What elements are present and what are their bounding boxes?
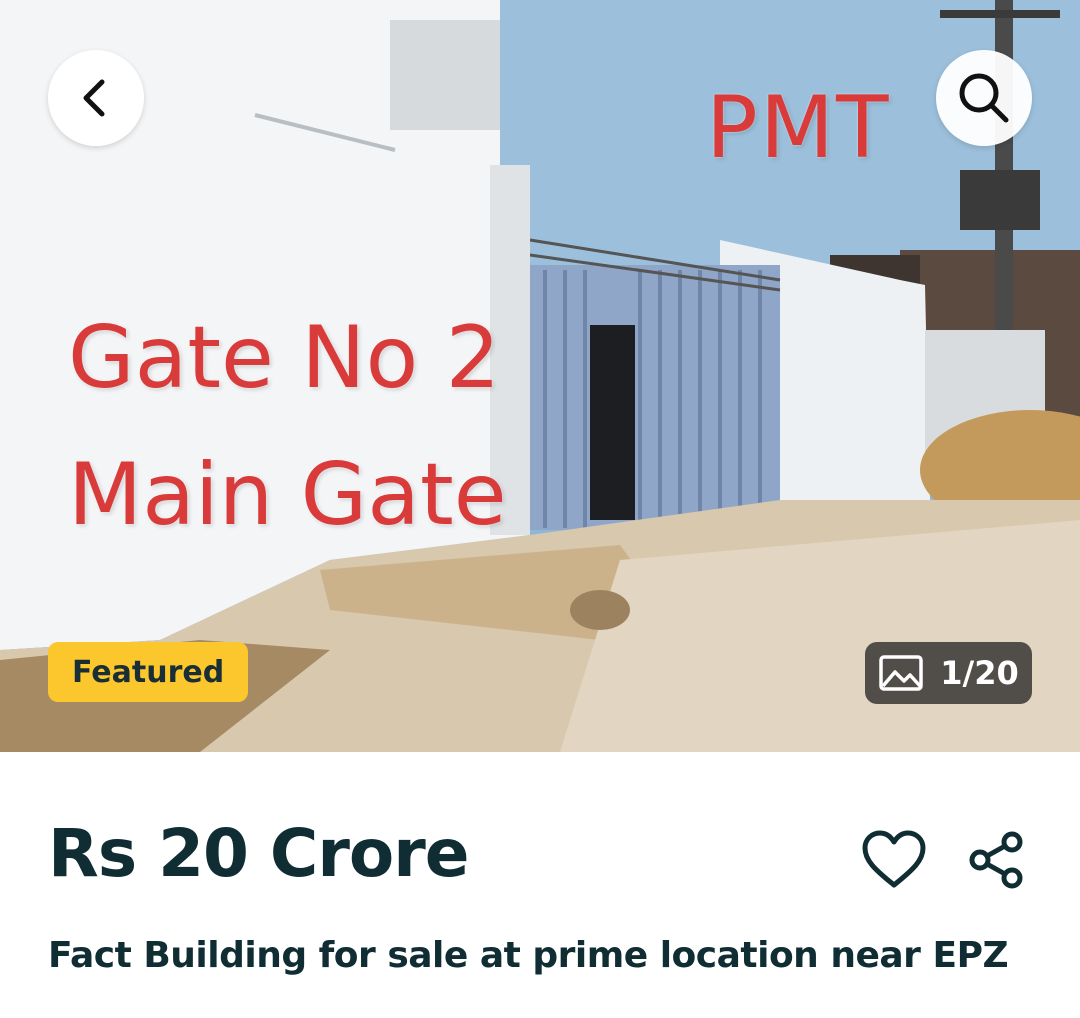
photo-overlay-pmt: PMT xyxy=(706,78,891,178)
share-icon xyxy=(969,831,1023,889)
listing-photo[interactable]: PMT Gate No 2 Main Gate Featured 1/20 xyxy=(0,0,1080,752)
share-button[interactable] xyxy=(956,820,1036,900)
search-icon xyxy=(959,73,1009,123)
featured-badge: Featured xyxy=(48,642,249,702)
photo-counter[interactable]: 1/20 xyxy=(865,642,1032,704)
listing-title: Fact Building for sale at prime location… xyxy=(48,935,1009,976)
chevron-left-icon xyxy=(83,79,105,117)
listing-price: Rs 20 Crore xyxy=(48,815,470,892)
gallery-icon xyxy=(879,655,923,691)
back-button[interactable] xyxy=(48,50,144,146)
heart-icon xyxy=(862,830,926,888)
search-button[interactable] xyxy=(936,50,1032,146)
photo-overlay-gate-line1: Gate No 2 xyxy=(68,308,501,408)
photo-overlay-gate-line2: Main Gate xyxy=(68,445,507,545)
favorite-button[interactable] xyxy=(854,820,934,900)
photo-counter-text: 1/20 xyxy=(940,654,1019,692)
